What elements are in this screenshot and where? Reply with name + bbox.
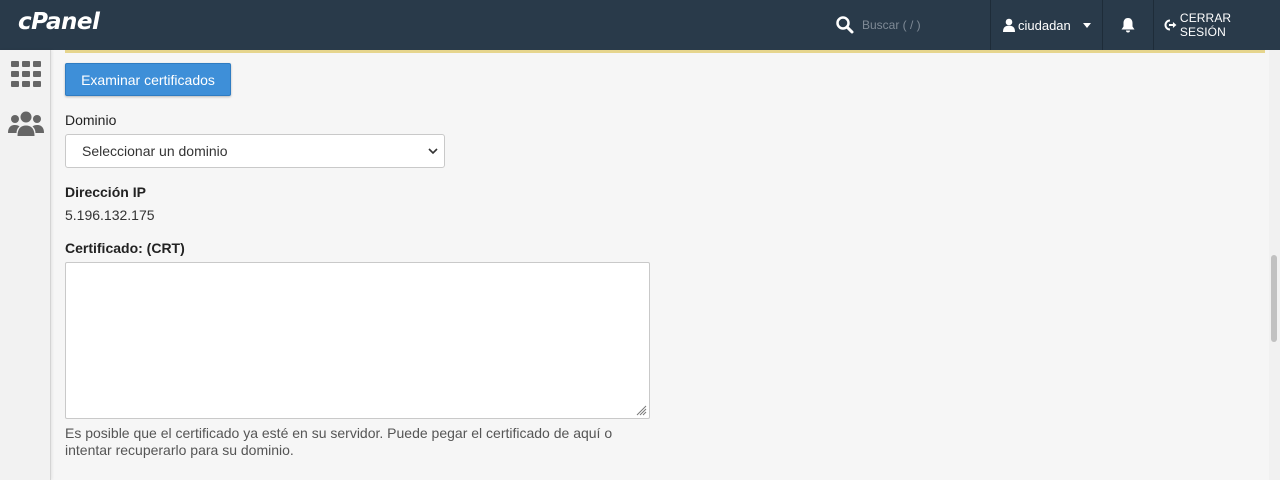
domain-select-value: Seleccionar un dominio	[82, 143, 228, 159]
search-box[interactable]	[826, 0, 986, 50]
domain-label: Dominio	[65, 112, 117, 128]
logout-icon	[1164, 19, 1177, 31]
logout-label: CERRAR SESIÓN	[1179, 11, 1232, 39]
bell-icon	[1121, 17, 1135, 32]
navbar-divider	[990, 0, 991, 50]
main-content: Examinar certificados Dominio Selecciona…	[51, 50, 1269, 480]
search-input[interactable]	[862, 18, 982, 32]
apps-grid-icon	[11, 61, 41, 87]
notifications-button[interactable]	[1103, 0, 1153, 50]
username-label: ciudadan	[1018, 17, 1071, 33]
ip-address-value: 5.196.132.175	[65, 207, 155, 223]
users-icon	[8, 111, 44, 136]
domain-select[interactable]: Seleccionar un dominio	[65, 134, 445, 168]
chevron-down-icon	[428, 148, 438, 155]
top-navbar: cPanel ciudadan CERRAR SESIÓN	[0, 0, 1280, 50]
cpanel-logo[interactable]: cPanel	[18, 9, 100, 35]
resize-handle-icon[interactable]	[635, 404, 647, 416]
scrollbar[interactable]	[1269, 50, 1280, 480]
logout-button[interactable]: CERRAR SESIÓN	[1154, 0, 1280, 50]
alert-border	[65, 50, 1265, 53]
chevron-down-icon	[1082, 22, 1091, 28]
sidebar	[0, 50, 51, 480]
sidebar-item-apps[interactable]	[8, 56, 44, 92]
ip-address-label: Dirección IP	[65, 184, 146, 200]
user-menu[interactable]: ciudadan	[996, 0, 1102, 50]
scrollbar-thumb[interactable]	[1271, 255, 1277, 342]
certificate-label: Certificado: (CRT)	[65, 240, 185, 256]
browse-certificates-button[interactable]: Examinar certificados	[65, 63, 231, 96]
user-icon	[1003, 18, 1015, 32]
certificate-textarea[interactable]	[65, 262, 650, 419]
sidebar-item-users[interactable]	[8, 106, 44, 142]
search-icon[interactable]	[834, 14, 856, 36]
certificate-help-text: Es posible que el certificado ya esté en…	[65, 425, 613, 458]
